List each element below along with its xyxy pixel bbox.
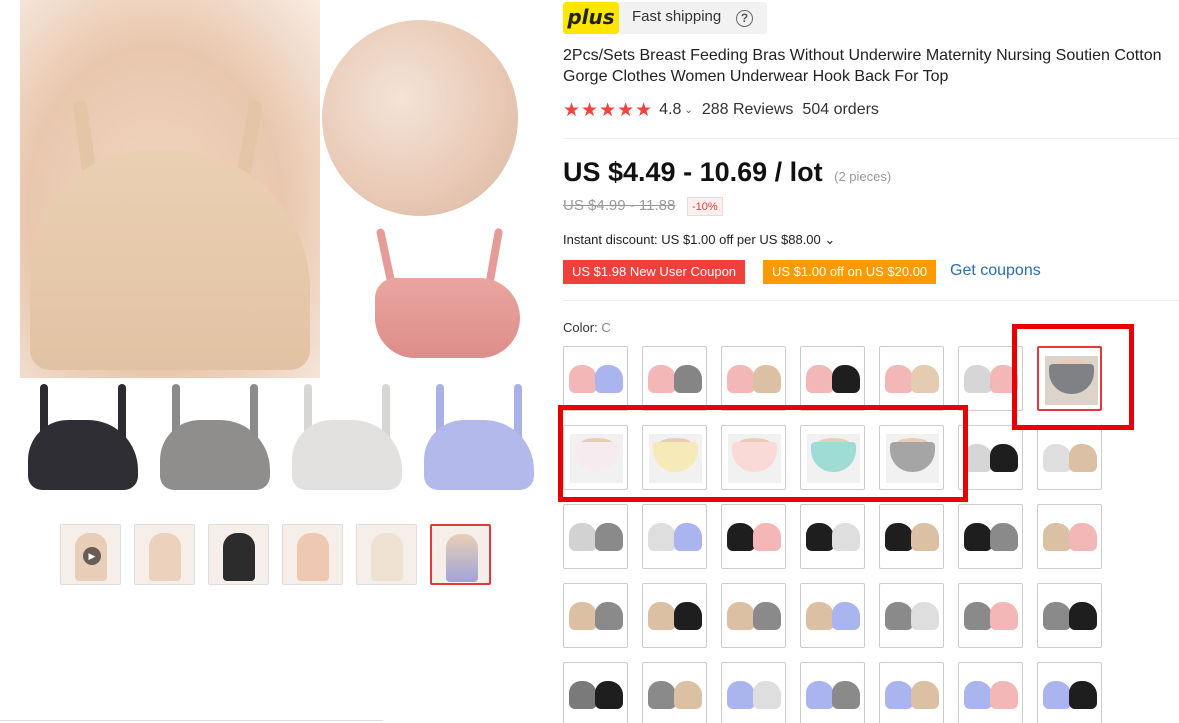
color-label-text: Color:: [563, 320, 598, 335]
swatch-gray-black-2[interactable]: [563, 662, 628, 723]
discount-badge: -10%: [687, 197, 723, 216]
thumbnail-3[interactable]: [208, 524, 269, 585]
swatch-black-gray[interactable]: [958, 504, 1023, 569]
rating-row: ★★★★★ 4.8 ⌄ 288 Reviews 504 orders: [563, 99, 879, 121]
nursing-photo-circle: [322, 20, 518, 216]
play-icon: ▶: [83, 547, 101, 565]
swatch-gray-black[interactable]: [1037, 583, 1102, 648]
black-bra-image: [20, 384, 146, 500]
swatch-black-pink-2[interactable]: [721, 504, 786, 569]
color-label: Color: C: [563, 320, 611, 335]
swatch-black-beige[interactable]: [879, 504, 944, 569]
original-price: US $4.99 - 11.88: [563, 197, 676, 214]
rating-value[interactable]: 4.8: [659, 101, 681, 119]
chevron-down-icon[interactable]: ⌄: [684, 105, 692, 116]
swatch-white-beige[interactable]: [1037, 425, 1102, 490]
swatch-pink-beige-2[interactable]: [879, 346, 944, 411]
fast-shipping-label: Fast shipping: [632, 8, 722, 25]
swatch-beige-pink[interactable]: [1037, 504, 1102, 569]
new-user-coupon[interactable]: US $1.98 New User Coupon: [559, 260, 749, 284]
help-icon[interactable]: ?: [736, 10, 753, 27]
highlight-box-selected-swatch: [1012, 324, 1134, 430]
plus-badge: plus: [563, 2, 619, 34]
price-unit: (2 pieces): [834, 169, 892, 184]
pink-bra: [375, 278, 520, 358]
thumbnail-4[interactable]: [282, 524, 343, 585]
gray-bra-image: [152, 384, 278, 500]
instant-discount[interactable]: Instant discount: US $1.00 off per US $8…: [563, 232, 835, 248]
reviews-link[interactable]: 288 Reviews: [702, 101, 794, 119]
swatch-gray-pink[interactable]: [958, 583, 1023, 648]
orders-count: 504 orders: [802, 101, 879, 118]
swatch-beige-gray[interactable]: [563, 583, 628, 648]
swatch-pink-beige[interactable]: [721, 346, 786, 411]
main-product-image[interactable]: [20, 0, 542, 378]
highlight-box-underwear-swatches: [558, 405, 968, 502]
thumbnail-5[interactable]: [356, 524, 417, 585]
swatch-black-pink[interactable]: [800, 346, 865, 411]
color-variants-image: [20, 384, 542, 500]
swatch-beige-black[interactable]: [642, 583, 707, 648]
swatch-pink-gray[interactable]: [642, 346, 707, 411]
divider: [0, 720, 383, 721]
thumbnail-2[interactable]: [134, 524, 195, 585]
price-range: US $4.49 - 10.69 / lot (2 pieces): [563, 157, 891, 188]
store-coupon[interactable]: US $1.00 off on US $20.00: [759, 260, 940, 284]
lavender-bra-image: [416, 384, 542, 500]
swatch-gray-beige[interactable]: [642, 662, 707, 723]
swatch-black-white[interactable]: [800, 504, 865, 569]
swatch-white-gray[interactable]: [563, 504, 628, 569]
swatch-white-lavender[interactable]: [642, 504, 707, 569]
divider: [563, 138, 1179, 139]
swatch-lavender-pink[interactable]: [958, 662, 1023, 723]
swatch-pink-lavender[interactable]: [563, 346, 628, 411]
swatch-lavender-white[interactable]: [721, 662, 786, 723]
white-bra-image: [284, 384, 410, 500]
star-rating-icon: ★★★★★: [563, 99, 654, 121]
selected-color-value: C: [601, 320, 611, 335]
get-coupons-link[interactable]: Get coupons: [950, 262, 1041, 280]
swatch-lavender-black[interactable]: [1037, 662, 1102, 723]
thumbnail-video[interactable]: ▶: [60, 524, 121, 585]
thumbnail-strip: ▶: [60, 524, 491, 585]
price-value: US $4.49 - 10.69 / lot: [563, 157, 823, 187]
swatch-beige-lavender[interactable]: [800, 583, 865, 648]
fast-shipping-badge: Fast shipping ?: [619, 2, 767, 34]
swatch-gray-white[interactable]: [879, 583, 944, 648]
divider: [563, 300, 1179, 301]
swatch-lavender-beige[interactable]: [879, 662, 944, 723]
swatch-beige-gray-2[interactable]: [721, 583, 786, 648]
product-title: 2Pcs/Sets Breast Feeding Bras Without Un…: [563, 47, 1162, 85]
swatch-lavender-gray[interactable]: [800, 662, 865, 723]
thumbnail-6[interactable]: [430, 524, 491, 585]
